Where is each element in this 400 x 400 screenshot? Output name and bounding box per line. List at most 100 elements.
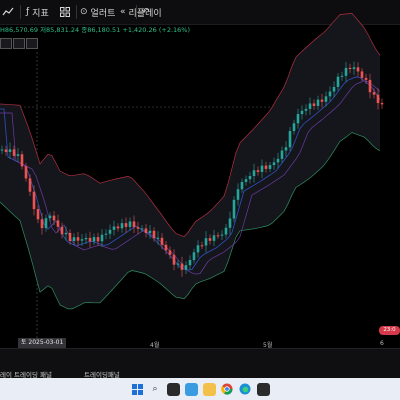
bottom-panel xyxy=(0,348,400,379)
candle-body xyxy=(72,237,76,242)
candle-body xyxy=(68,232,72,242)
candle-body xyxy=(268,165,272,169)
candle-body xyxy=(104,233,108,235)
candle-body xyxy=(336,76,340,87)
candle-body xyxy=(204,238,208,246)
candle-body xyxy=(144,228,148,233)
candle-body xyxy=(136,227,140,229)
candle-body xyxy=(108,229,112,234)
widgets-icon[interactable] xyxy=(184,382,198,396)
candle-body xyxy=(120,223,124,229)
candle-body xyxy=(316,99,320,106)
candle-body xyxy=(12,149,16,156)
candle-body xyxy=(220,234,224,236)
candle-body xyxy=(252,170,256,177)
candle-body xyxy=(236,189,240,200)
candle-body xyxy=(196,245,200,253)
candle-body xyxy=(224,227,228,235)
file-explorer-icon[interactable] xyxy=(202,382,216,396)
candle-body xyxy=(296,114,300,124)
price-scale-badge: 23:0 xyxy=(379,326,400,335)
candle-body xyxy=(168,250,172,255)
candle-body xyxy=(24,166,28,179)
candle-body xyxy=(64,232,68,235)
crosshair-date-label: 토 2025-03-01 xyxy=(18,338,67,348)
candle-body xyxy=(288,130,292,148)
candle-body xyxy=(60,226,64,235)
candle-body xyxy=(276,158,280,163)
candle-body xyxy=(380,103,384,105)
candle-body xyxy=(48,215,52,219)
windows-start-icon[interactable] xyxy=(131,383,144,396)
candle-body xyxy=(348,67,352,70)
candle-body xyxy=(272,162,276,166)
candle-body xyxy=(308,103,312,109)
candle-body xyxy=(52,215,56,221)
candle-body xyxy=(36,209,40,220)
candle-body xyxy=(184,265,188,270)
candle-body xyxy=(116,226,120,229)
candle-body xyxy=(232,199,236,219)
candle-body xyxy=(300,110,304,115)
candle-body xyxy=(152,230,156,239)
candle-body xyxy=(180,263,184,270)
candle-body xyxy=(176,263,180,265)
candle-body xyxy=(8,149,12,153)
candle-body xyxy=(372,92,376,95)
candle-body xyxy=(352,67,356,70)
task-view-icon[interactable] xyxy=(166,382,180,396)
candle-body xyxy=(164,244,168,251)
candle-body xyxy=(100,234,104,242)
candle-body xyxy=(156,237,160,239)
candle-body xyxy=(320,99,324,102)
candle-body xyxy=(44,218,48,229)
candle-body xyxy=(292,123,296,131)
candle-body xyxy=(284,147,288,151)
candle-body xyxy=(264,165,268,169)
search-icon[interactable]: ⌕ xyxy=(149,383,162,396)
candle-body xyxy=(32,191,36,210)
candle-body xyxy=(80,239,84,241)
candle-body xyxy=(260,165,264,172)
candle-body xyxy=(124,223,128,227)
candle-body xyxy=(376,94,380,104)
candle-body xyxy=(188,260,192,266)
candle-body xyxy=(364,77,368,80)
candle-body xyxy=(368,79,372,93)
candle-body xyxy=(88,237,92,242)
candle-body xyxy=(84,237,88,240)
candle-body xyxy=(244,179,248,182)
candle-body xyxy=(4,149,8,153)
candle-body xyxy=(16,154,20,156)
chrome-icon[interactable] xyxy=(221,383,234,396)
candle-body xyxy=(92,237,96,242)
candle-body xyxy=(228,218,232,228)
os-taskbar: ⌕ xyxy=(0,378,400,400)
candle-body xyxy=(76,237,80,241)
candle-body xyxy=(40,219,44,229)
candle-body xyxy=(360,71,364,78)
candle-body xyxy=(148,230,152,233)
candle-body xyxy=(140,228,144,230)
candle-body xyxy=(332,86,336,92)
candle-body xyxy=(340,75,344,77)
candle-body xyxy=(324,96,328,102)
candle-body xyxy=(208,238,212,241)
candle-body xyxy=(216,235,220,237)
edge-icon[interactable] xyxy=(239,383,252,396)
candle-body xyxy=(96,237,100,242)
candle-body xyxy=(28,178,32,192)
candle-body xyxy=(160,237,164,245)
app-icon[interactable] xyxy=(256,382,270,396)
candle-body xyxy=(0,149,4,151)
candle-body xyxy=(356,67,360,72)
candle-body xyxy=(172,254,176,265)
candle-body xyxy=(240,181,244,190)
candle-body xyxy=(304,108,308,111)
month-label-june: 6 xyxy=(380,340,384,347)
candle-body xyxy=(56,220,60,227)
candle-body xyxy=(344,67,348,76)
candle-body xyxy=(132,221,136,228)
candle-body xyxy=(256,170,260,172)
candle-body xyxy=(112,226,116,230)
